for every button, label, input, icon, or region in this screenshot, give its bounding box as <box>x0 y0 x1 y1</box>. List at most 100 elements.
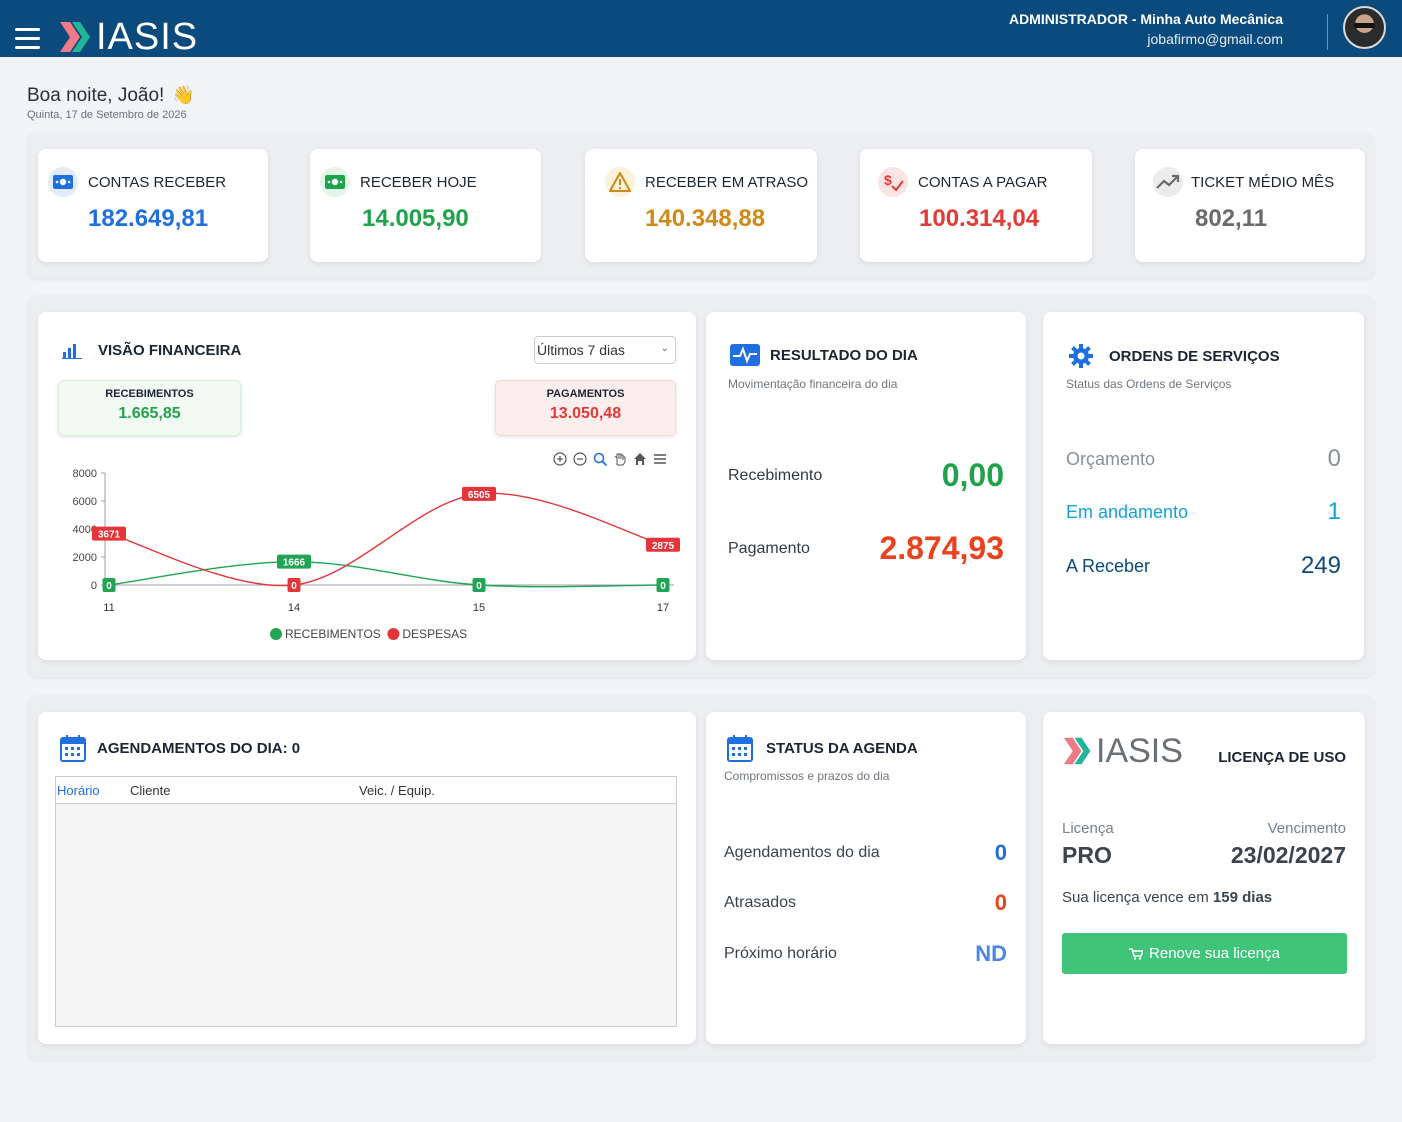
greeting-title: Boa noite, João! 👋 <box>27 85 195 107</box>
kpi-label: CONTAS RECEBER <box>88 173 227 191</box>
money-icon <box>48 167 78 197</box>
license-logo: IASIS <box>1062 734 1183 768</box>
payments-label: PAGAMENTOS <box>546 388 625 400</box>
calendar-icon <box>60 735 86 762</box>
divider <box>1327 14 1328 50</box>
period-select[interactable]: Últimos 7 dias ⌄ <box>534 336 676 364</box>
wave-icon: 👋 <box>172 85 195 105</box>
column-header[interactable]: Horário <box>57 783 100 798</box>
service-orders-card: ORDENS DE SERVIÇOS Status das Ordens de … <box>1043 312 1364 660</box>
order-status-row[interactable]: Em andamento 1 <box>1066 498 1341 526</box>
column-header[interactable]: Veic. / Equip. <box>359 783 435 798</box>
data-label: 1666 <box>283 558 306 569</box>
y-tick-label: 6000 <box>73 496 97 508</box>
bar-chart-icon <box>62 343 82 359</box>
renew-license-button[interactable]: Renove sua licença <box>1062 933 1347 974</box>
order-status-row[interactable]: Orçamento 0 <box>1066 445 1341 473</box>
user-info: ADMINISTRADOR - Minha Auto Mecânica joba… <box>1009 11 1283 47</box>
order-status-value: 249 <box>1300 552 1341 579</box>
plan-label: Licença <box>1062 820 1114 837</box>
column-header[interactable]: Cliente <box>130 783 170 798</box>
kpi-value: 182.649,81 <box>88 205 209 232</box>
period-select-value: Últimos 7 dias <box>537 342 625 358</box>
kpi-label: CONTAS A PAGAR <box>918 173 1048 191</box>
legend-label: DESPESAS <box>402 627 467 641</box>
payments-summary: PAGAMENTOS 13.050,48 <box>495 380 676 436</box>
agenda-label: Atrasados <box>724 894 797 911</box>
data-label: 3671 <box>98 530 121 541</box>
x-tick-label: 11 <box>103 602 114 614</box>
menu-icon[interactable] <box>15 28 40 50</box>
due-value: 23/02/2027 <box>1230 842 1346 868</box>
kpi-value: 140.348,88 <box>645 205 766 232</box>
order-status-value: 1 <box>1327 498 1341 525</box>
agenda-row[interactable]: Agendamentos do dia 0 <box>724 840 1007 866</box>
x-tick-label: 14 <box>288 602 300 614</box>
day-result-subtitle: Movimentação financeira do dia <box>728 377 898 391</box>
agenda-value: 0 <box>994 840 1007 865</box>
y-tick-label: 8000 <box>73 468 97 480</box>
x-tick-label: 15 <box>473 602 485 614</box>
money-icon <box>320 167 350 197</box>
avatar[interactable] <box>1343 6 1386 49</box>
receipt-label: Recebimento <box>728 466 823 484</box>
brand-name: IASIS <box>96 16 199 58</box>
legend-marker <box>387 628 400 640</box>
x-tick-label: 17 <box>657 602 669 614</box>
table-header: Horário Cliente Veic. / Equip. <box>56 777 676 804</box>
kpi-card-contas-receber[interactable]: CONTAS RECEBER 182.649,81 <box>38 149 268 262</box>
license-brand: IASIS <box>1096 732 1183 770</box>
svg-text:$: $ <box>884 172 892 188</box>
appointments-title: AGENDAMENTOS DO DIA: 0 <box>97 739 301 757</box>
pulse-icon <box>730 344 760 366</box>
payment-label: Pagamento <box>728 539 810 557</box>
kpi-value: 802,11 <box>1195 205 1268 232</box>
agenda-label: Próximo horário <box>724 945 837 962</box>
order-status-row[interactable]: A Receber 249 <box>1066 552 1341 580</box>
kpi-card-receber-atraso[interactable]: RECEBER EM ATRASO 140.348,88 <box>585 149 817 262</box>
payment-value: 2.874,93 <box>879 530 1004 566</box>
due-label: Vencimento <box>1267 820 1346 837</box>
kpi-label: RECEBER HOJE <box>360 173 477 191</box>
order-status-label: A Receber <box>1066 555 1151 576</box>
gear-icon <box>1069 344 1093 368</box>
receipt-value: 0,00 <box>941 457 1004 493</box>
data-label: 0 <box>106 581 112 592</box>
bill-icon: $ <box>878 167 908 197</box>
data-label: 6505 <box>468 490 491 501</box>
kpi-label: RECEBER EM ATRASO <box>645 173 809 191</box>
payments-value: 13.050,48 <box>549 405 622 422</box>
day-result-card: RESULTADO DO DIA Movimentação financeira… <box>706 312 1026 660</box>
cart-icon <box>1129 947 1144 960</box>
order-status-label: Em andamento <box>1066 501 1189 522</box>
agenda-row[interactable]: Atrasados 0 <box>724 890 1007 916</box>
agenda-title: STATUS DA AGENDA <box>766 739 918 757</box>
license-notice-text: Sua licença vence em <box>1062 889 1209 906</box>
greeting-text: Boa noite, João! <box>27 85 165 106</box>
chevron-down-icon: ⌄ <box>660 343 669 354</box>
kpi-value: 100.314,04 <box>919 205 1040 232</box>
day-result-title: RESULTADO DO DIA <box>770 346 918 364</box>
agenda-status-card: STATUS DA AGENDA Compromissos e prazos d… <box>706 712 1026 1044</box>
finance-line-chart: 0200040006000800011 14 15 17016660 036710650… <box>73 468 680 641</box>
trend-icon <box>1153 167 1183 197</box>
license-days: 159 dias <box>1212 889 1273 906</box>
user-role: ADMINISTRADOR - Minha Auto Mecânica <box>1008 11 1283 27</box>
warning-icon <box>605 167 635 197</box>
kpi-card-receber-hoje[interactable]: RECEBER HOJE 14.005,90 <box>310 149 541 262</box>
agenda-row[interactable]: Próximo horário ND <box>724 941 1007 967</box>
kpi-card-contas-pagar[interactable]: $ CONTAS A PAGAR 100.314,04 <box>860 149 1092 262</box>
calendar-icon <box>727 735 753 762</box>
appointments-table: Horário Cliente Veic. / Equip. <box>55 776 677 1027</box>
agenda-value: 0 <box>994 890 1007 915</box>
y-tick-label: 2000 <box>73 552 97 564</box>
kpi-value: 14.005,90 <box>362 205 469 232</box>
orders-subtitle: Status das Ordens de Serviços <box>1066 377 1232 391</box>
data-label: 2875 <box>652 541 675 552</box>
brand-logo[interactable]: IASIS <box>58 18 198 56</box>
agenda-subtitle: Compromissos e prazos do dia <box>724 769 890 783</box>
kpi-card-ticket-medio[interactable]: TICKET MÉDIO MÊS 802,11 <box>1135 149 1365 262</box>
top-bar: IASIS ADMINISTRADOR - Minha Auto Mecânic… <box>0 0 1402 57</box>
plan-value: PRO <box>1062 842 1112 868</box>
legend-label: RECEBIMENTOS <box>285 627 381 641</box>
